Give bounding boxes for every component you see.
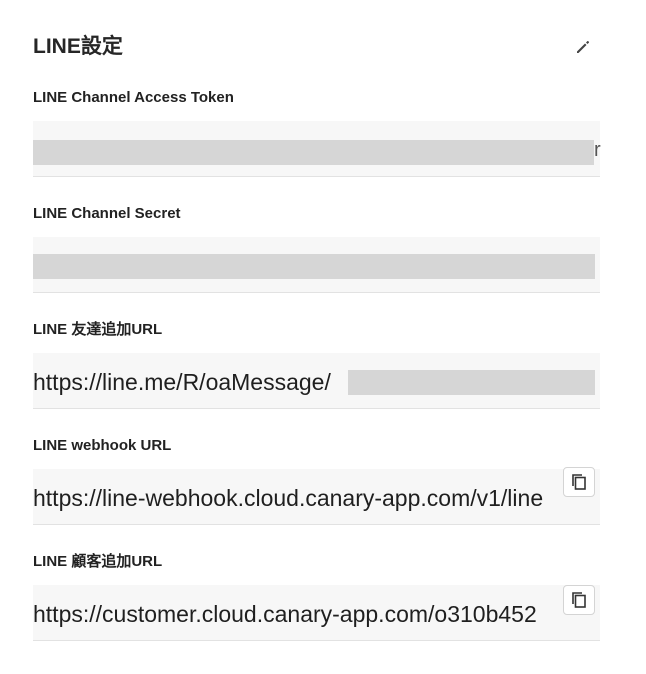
copy-icon: [572, 474, 586, 490]
pencil-icon[interactable]: [574, 38, 592, 56]
customer-add-url-value: https://customer.cloud.canary-app.com/o3…: [33, 601, 537, 627]
channel-secret-label: LINE Channel Secret: [33, 205, 181, 222]
webhook-url-label: LINE webhook URL: [33, 437, 172, 454]
webhook-url-field[interactable]: https://line-webhook.cloud.canary-app.co…: [33, 469, 600, 525]
redaction-bar: [33, 140, 594, 165]
overflow-glyph: r: [594, 139, 601, 161]
redaction-bar: [33, 254, 595, 279]
redaction-bar: [348, 370, 595, 395]
panel-title: LINE設定: [33, 35, 123, 58]
access-token-label: LINE Channel Access Token: [33, 89, 234, 106]
copy-webhook-url-button[interactable]: [563, 467, 595, 497]
copy-icon: [572, 592, 586, 608]
friend-add-url-label: LINE 友達追加URL: [33, 321, 163, 338]
access-token-field[interactable]: [33, 121, 600, 177]
customer-add-url-field[interactable]: https://customer.cloud.canary-app.com/o3…: [33, 585, 600, 641]
customer-add-url-label: LINE 顧客追加URL: [33, 553, 163, 570]
friend-add-url-field[interactable]: https://line.me/R/oaMessage/: [33, 353, 600, 409]
channel-secret-field[interactable]: [33, 237, 600, 293]
webhook-url-value: https://line-webhook.cloud.canary-app.co…: [33, 485, 544, 511]
copy-customer-add-url-button[interactable]: [563, 585, 595, 615]
friend-add-url-value: https://line.me/R/oaMessage/: [33, 369, 331, 395]
